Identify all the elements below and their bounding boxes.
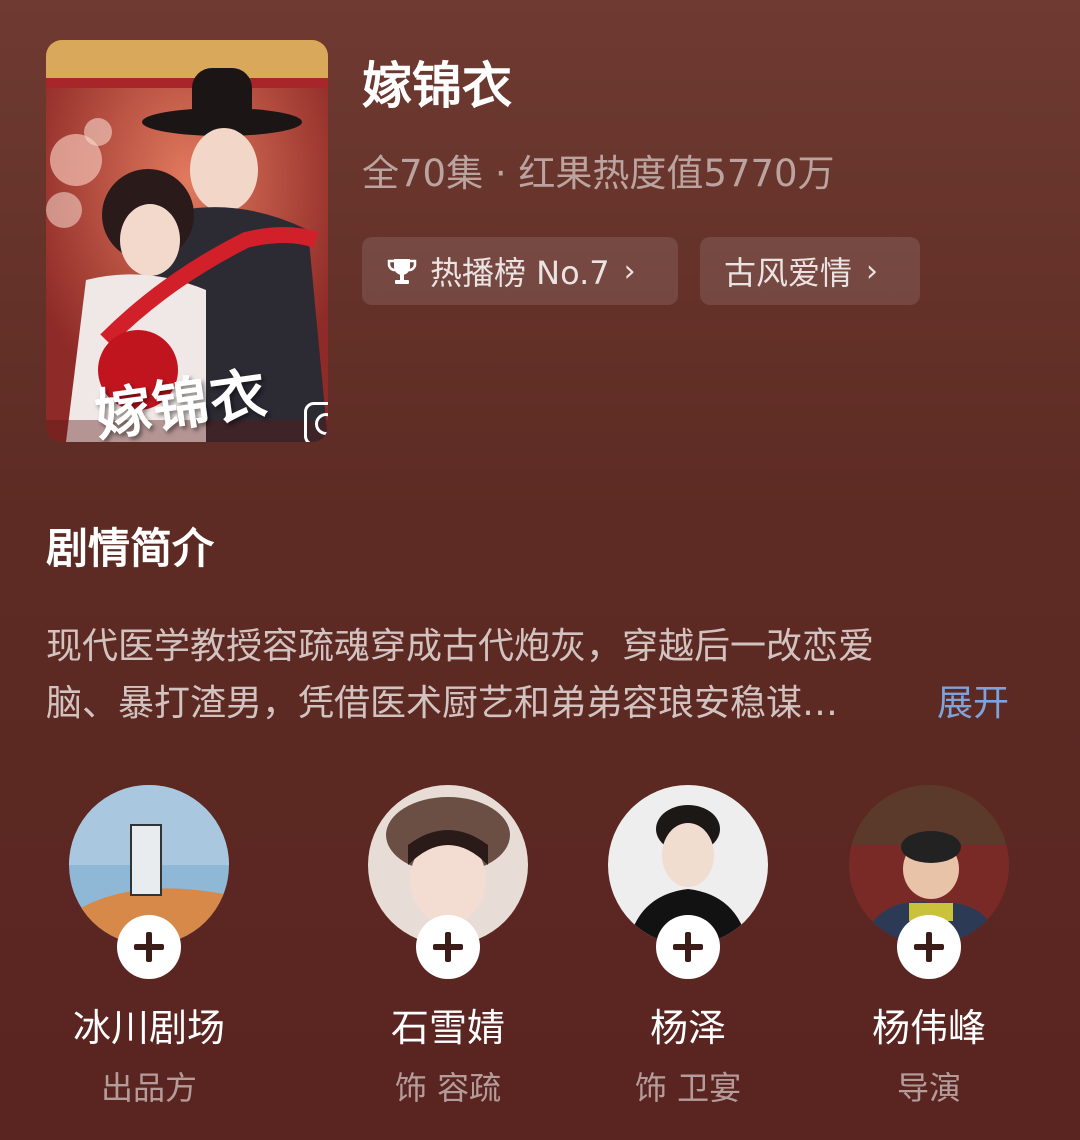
genre-tag-label: 古风爱情: [724, 254, 853, 292]
follow-plus-icon[interactable]: [656, 915, 720, 979]
trophy-icon: [387, 259, 417, 284]
rank-tag-label: 热播榜 No.7: [430, 254, 610, 292]
person-name: 冰川剧场: [72, 1006, 225, 1050]
synopsis-line: 脑、暴打渣男，凭借医术厨艺和弟弟容琅安稳谋…: [46, 683, 839, 724]
rank-tag[interactable]: 热播榜 No.7 ›: [362, 237, 678, 305]
person-name: 石雪婧: [390, 1006, 505, 1050]
person-role: 饰 容疏: [394, 1069, 502, 1107]
genre-tag[interactable]: 古风爱情 ›: [700, 237, 920, 305]
person-card-producer[interactable]: 冰川剧场 出品方: [29, 785, 269, 1107]
person-card-actress[interactable]: 石雪婧 饰 容疏: [328, 785, 568, 1107]
synopsis-heading: 剧情简介: [46, 524, 215, 573]
chevron-right-icon: ›: [623, 253, 636, 289]
poster-badge-icon: [304, 402, 328, 442]
person-role: 出品方: [100, 1069, 197, 1107]
person-name: 杨伟峰: [871, 1006, 986, 1050]
drama-poster[interactable]: 嫁锦衣: [46, 40, 328, 442]
follow-plus-icon[interactable]: [117, 915, 181, 979]
expand-link[interactable]: 展开: [937, 675, 1009, 732]
follow-plus-icon[interactable]: [416, 915, 480, 979]
follow-plus-icon[interactable]: [897, 915, 961, 979]
person-card-director[interactable]: 杨伟峰 导演: [809, 785, 1049, 1107]
person-role: 导演: [896, 1069, 961, 1107]
drama-meta: 全70集 · 红果热度值5770万: [362, 152, 835, 195]
synopsis-line: 现代医学教授容疏魂穿成古代炮灰，穿越后一改恋爱: [46, 626, 875, 667]
person-role: 饰 卫宴: [634, 1069, 742, 1107]
person-card-actor[interactable]: 杨泽 饰 卫宴: [568, 785, 808, 1107]
drama-title: 嫁锦衣: [362, 57, 512, 115]
person-name: 杨泽: [649, 1006, 726, 1050]
synopsis-text: 现代医学教授容疏魂穿成古代炮灰，穿越后一改恋爱 脑、暴打渣男，凭借医术厨艺和弟弟…: [46, 618, 1036, 732]
chevron-right-icon: ›: [866, 253, 879, 289]
